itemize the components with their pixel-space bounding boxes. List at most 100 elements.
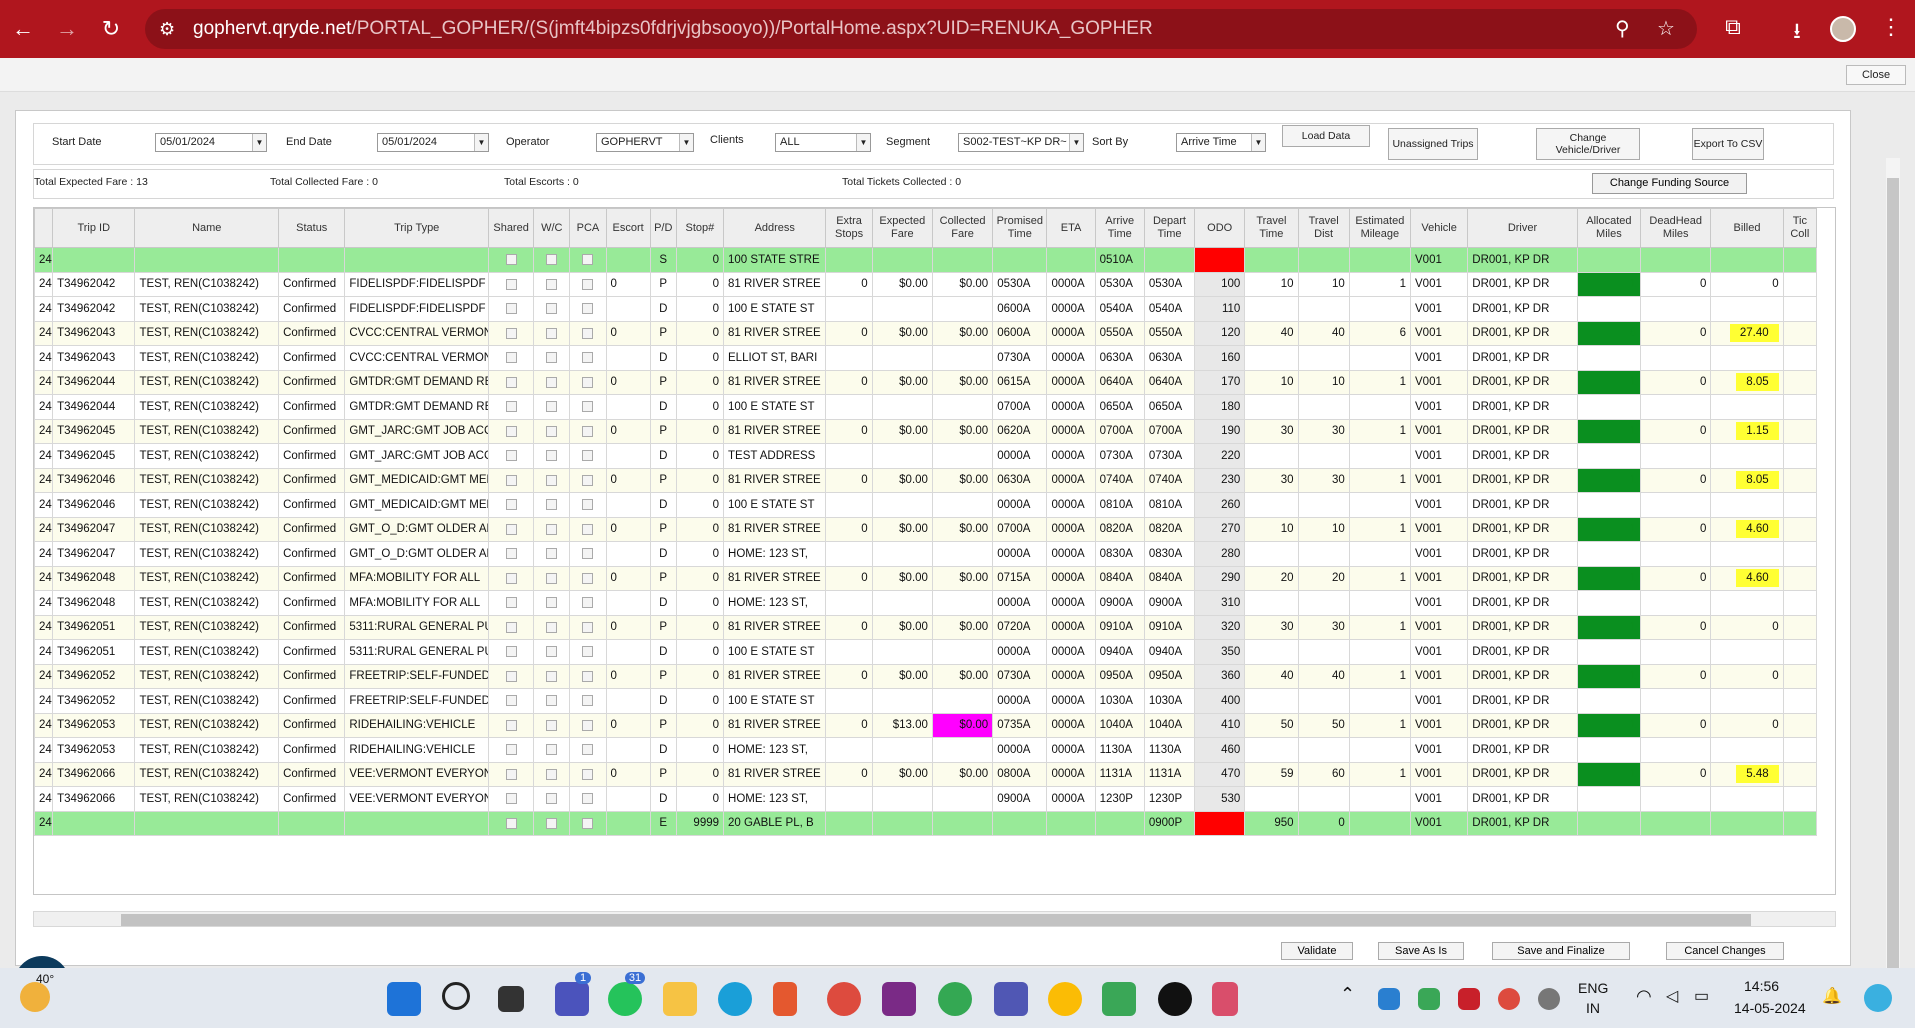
column-header[interactable]: Status — [278, 208, 346, 248]
task-view-icon[interactable] — [498, 986, 524, 1012]
checkbox[interactable] — [546, 499, 558, 511]
checkbox[interactable] — [505, 817, 517, 829]
checkbox[interactable] — [505, 597, 517, 609]
chrome-alt-icon[interactable] — [1048, 982, 1082, 1016]
wifi-icon[interactable]: ◠ — [1636, 986, 1652, 1007]
checkbox[interactable] — [546, 597, 558, 609]
unassigned-trips-button[interactable]: Unassigned Trips — [1388, 128, 1478, 160]
checkbox[interactable] — [582, 548, 594, 560]
snipping-tool-icon[interactable] — [1212, 982, 1238, 1016]
weather-icon[interactable] — [20, 982, 50, 1012]
clock-date[interactable]: 14-05-2024 — [1734, 1000, 1806, 1016]
table-row[interactable]: 24 T34962044 TEST, REN(C1038242) Confirmed G… — [34, 394, 1818, 420]
site-info-icon[interactable]: ⚙ — [159, 9, 175, 49]
column-header[interactable]: Shared — [488, 208, 535, 248]
table-row[interactable]: 24 T34962048 TEST, REN(C1038242) Confirmed M… — [34, 590, 1818, 616]
horizontal-scroll-thumb[interactable] — [121, 914, 1751, 926]
checkbox[interactable] — [546, 303, 558, 315]
close-button[interactable]: Close — [1846, 65, 1906, 85]
column-header[interactable]: Escort — [605, 208, 651, 248]
table-row[interactable]: 24 T34962045 TEST, REN(C1038242) Confirmed G… — [34, 418, 1818, 444]
tray-chevron-icon[interactable]: ⌃ — [1340, 984, 1355, 1005]
checkbox[interactable] — [505, 793, 517, 805]
column-header[interactable]: Estimated Mileage — [1348, 208, 1412, 248]
table-row[interactable]: 24 T34962048 TEST, REN(C1038242) Confirmed M… — [34, 565, 1818, 591]
checkbox[interactable] — [546, 572, 558, 584]
table-row[interactable]: 24 T34962047 TEST, REN(C1038242) Confirmed G… — [34, 516, 1818, 542]
checkbox[interactable] — [505, 352, 517, 364]
column-header[interactable]: Allocated Miles — [1576, 208, 1642, 248]
downloads-icon[interactable]: ⭳ — [1782, 14, 1812, 52]
column-header[interactable]: Trip Type — [344, 208, 490, 248]
column-header[interactable]: Tic Coll — [1782, 208, 1818, 248]
column-header[interactable]: PCA — [569, 208, 607, 248]
checkbox[interactable] — [582, 327, 594, 339]
tray-chrome-icon[interactable] — [1498, 988, 1520, 1010]
checkbox[interactable] — [582, 793, 594, 805]
menu-icon[interactable]: ⋮ — [1876, 14, 1906, 40]
forward-icon[interactable]: → — [52, 14, 82, 44]
notification-bell-icon[interactable]: 🔔 — [1822, 986, 1842, 1006]
edge-icon[interactable] — [718, 982, 752, 1016]
load-data-button[interactable]: Load Data — [1282, 125, 1370, 147]
checkbox[interactable] — [505, 670, 517, 682]
checkbox[interactable] — [546, 278, 558, 290]
checkbox[interactable] — [546, 327, 558, 339]
table-row[interactable]: 24 S 0 100 STATE STRE 0510A V001 DR001, KP DR — [34, 247, 1818, 273]
checkbox[interactable] — [505, 646, 517, 658]
address-bar[interactable]: ⚙ gophervt.qryde.net/PORTAL_GOPHER/(S(jm… — [145, 9, 1697, 49]
table-row[interactable]: 24 T34962042 TEST, REN(C1038242) Confirmed F… — [34, 296, 1818, 322]
start-icon[interactable] — [387, 982, 421, 1016]
checkbox[interactable] — [582, 474, 594, 486]
checkbox[interactable] — [505, 548, 517, 560]
checkbox[interactable] — [582, 254, 594, 266]
profile-avatar[interactable] — [1830, 16, 1856, 42]
checkbox[interactable] — [546, 474, 558, 486]
checkbox[interactable] — [546, 548, 558, 560]
column-header[interactable]: Travel Time — [1244, 208, 1299, 248]
checkbox[interactable] — [505, 744, 517, 756]
checkbox[interactable] — [582, 670, 594, 682]
table-row[interactable]: 24 T34962051 TEST, REN(C1038242) Confirmed 5… — [34, 639, 1818, 665]
column-header[interactable] — [34, 208, 54, 248]
checkbox[interactable] — [546, 450, 558, 462]
checkbox[interactable] — [546, 670, 558, 682]
table-row[interactable]: 24 E 9999 20 GABLE PL, B 0900P 950 0 V001 DR001,… — [34, 810, 1818, 836]
table-row[interactable]: 24 T34962051 TEST, REN(C1038242) Confirmed 5… — [34, 614, 1818, 640]
column-header[interactable]: Promised Time — [992, 208, 1048, 248]
vertical-scrollbar[interactable] — [1886, 158, 1900, 1008]
checkbox[interactable] — [546, 425, 558, 437]
column-header[interactable]: Extra Stops — [825, 208, 873, 248]
tray-bluestacks-icon[interactable] — [1418, 988, 1440, 1010]
bookmark-star-icon[interactable]: ☆ — [1657, 9, 1675, 49]
file-explorer-icon[interactable] — [663, 982, 697, 1016]
checkbox[interactable] — [582, 817, 594, 829]
checkbox[interactable] — [505, 254, 517, 266]
checkbox[interactable] — [546, 376, 558, 388]
language-label[interactable]: ENG — [1578, 980, 1608, 996]
column-header[interactable]: Stop# — [675, 208, 725, 248]
checkbox[interactable] — [582, 719, 594, 731]
checkbox[interactable] — [505, 327, 517, 339]
checkbox[interactable] — [582, 401, 594, 413]
checkbox[interactable] — [546, 768, 558, 780]
extensions-icon[interactable]: ⧉ — [1718, 14, 1748, 40]
operator-select[interactable]: GOPHERVT ▼ — [596, 133, 694, 152]
table-row[interactable]: 24 T34962053 TEST, REN(C1038242) Confirmed R… — [34, 712, 1818, 738]
checkbox[interactable] — [582, 572, 594, 584]
checkbox[interactable] — [505, 401, 517, 413]
table-row[interactable]: 24 T34962052 TEST, REN(C1038242) Confirmed F… — [34, 663, 1818, 689]
volume-icon[interactable]: ◁ — [1666, 986, 1678, 1006]
table-row[interactable]: 24 T34962043 TEST, REN(C1038242) Confirmed C… — [34, 320, 1818, 346]
change-funding-source-button[interactable]: Change Funding Source — [1592, 173, 1747, 194]
checkbox[interactable] — [505, 768, 517, 780]
checkbox[interactable] — [582, 278, 594, 290]
vertical-scroll-thumb[interactable] — [1887, 178, 1899, 986]
checkbox[interactable] — [582, 621, 594, 633]
checkbox[interactable] — [546, 401, 558, 413]
search-icon[interactable] — [442, 982, 470, 1010]
security-icon[interactable] — [773, 982, 797, 1016]
clock-time[interactable]: 14:56 — [1744, 978, 1779, 994]
column-header[interactable]: Address — [723, 208, 827, 248]
column-header[interactable]: Name — [134, 208, 280, 248]
